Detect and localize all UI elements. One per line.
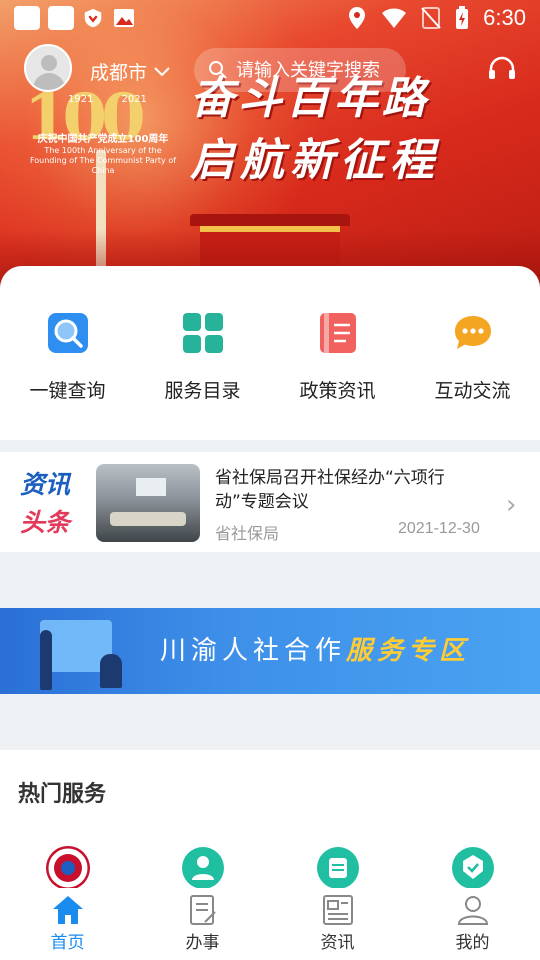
nav-news[interactable]: 资讯: [293, 894, 383, 953]
centennial-caption-en: The 100th Anniversary of the Founding of…: [29, 146, 177, 175]
image-icon: [114, 9, 134, 27]
chevron-right-icon[interactable]: ›: [506, 490, 516, 520]
nav-tasks[interactable]: 办事: [158, 894, 248, 953]
nav-home[interactable]: 首页: [23, 894, 113, 953]
nav-label: 我的: [455, 933, 490, 953]
no-sim-icon: [421, 7, 441, 29]
news-source: 省社保局: [215, 524, 280, 543]
avatar-head: [41, 55, 57, 71]
headline-news[interactable]: 资讯 头条 省社保局召开社保经办“六项行动”专题会议 省社保局 2021-12-…: [0, 452, 540, 552]
location-icon: [349, 7, 366, 29]
user-service-icon[interactable]: [181, 846, 225, 890]
news-title[interactable]: 省社保局召开社保经办“六项行动”专题会议: [215, 466, 485, 514]
centennial-caption: 庆祝中国共产党成立100周年 The 100th Anniversary of …: [28, 134, 178, 176]
news-thumbnail[interactable]: [96, 464, 200, 542]
thumbnail-screen: [136, 478, 166, 496]
profile-icon: [457, 896, 488, 925]
quick-action-query[interactable]: 一键查询: [8, 310, 128, 403]
hot-services-icons: [0, 846, 540, 890]
quick-actions-card: 一键查询 服务目录 政策资讯 互动交流: [0, 266, 540, 440]
person-graphic-2: [100, 654, 122, 688]
shield-icon: [84, 8, 102, 28]
nav-label: 首页: [50, 933, 85, 953]
customer-service-icon[interactable]: [486, 54, 518, 86]
status-time: 6:30: [483, 5, 526, 30]
quick-action-label: 服务目录: [164, 380, 241, 402]
slogan-line-2: 启航新征程: [190, 135, 440, 186]
badge-service-icon[interactable]: [451, 846, 495, 890]
city-selector[interactable]: 成都市: [90, 58, 171, 85]
news-icon: [322, 895, 353, 925]
battery-icon: [456, 6, 469, 29]
notification-icon-2: [48, 6, 74, 30]
avatar-body: [33, 73, 65, 90]
grid-icon: [180, 310, 226, 356]
quick-action-interaction[interactable]: 互动交流: [413, 310, 533, 403]
coop-text-plain: 川渝人社合作: [160, 636, 347, 666]
coop-banner-text: 川渝人社合作服务专区: [160, 630, 470, 667]
person-graphic: [40, 630, 52, 690]
hero-banner[interactable]: 100 1921 2021 庆祝中国共产党成立100周年 The 100th A…: [0, 0, 540, 300]
centennial-caption-cn: 庆祝中国共产党成立100周年: [37, 134, 169, 145]
home-icon: [52, 896, 83, 924]
bottom-nav: 首页 办事 资讯 我的: [0, 888, 540, 960]
search-icon: [209, 61, 227, 79]
city-name: 成都市: [90, 62, 148, 84]
avatar[interactable]: [24, 44, 72, 92]
document-icon: [315, 310, 361, 356]
news-tag-line2: 头条: [20, 508, 71, 537]
search-bar[interactable]: [194, 48, 406, 92]
emblem-icon[interactable]: [45, 846, 90, 890]
task-icon: [189, 895, 216, 925]
news-date: 2021-12-30: [398, 520, 480, 537]
chevron-down-icon: [154, 66, 170, 76]
year-start: 1921: [68, 94, 94, 105]
news-tag: 资讯 头条: [20, 466, 70, 542]
chat-icon: [450, 310, 496, 356]
notification-icon: [14, 6, 40, 30]
wifi-icon: [382, 8, 407, 28]
nav-label: 办事: [185, 933, 220, 953]
section-title: 热门服务: [18, 782, 107, 807]
quick-action-policy[interactable]: 政策资讯: [278, 310, 398, 403]
news-tag-line1: 资讯: [20, 470, 71, 499]
centennial-logo: 100 1921 2021 庆祝中国共产党成立100周年 The 100th A…: [24, 80, 176, 175]
year-end: 2021: [121, 94, 147, 105]
quick-action-label: 政策资讯: [299, 380, 376, 402]
nav-profile[interactable]: 我的: [428, 894, 518, 953]
quick-action-label: 互动交流: [434, 380, 511, 402]
search-input[interactable]: [236, 59, 396, 81]
search-icon: [45, 310, 91, 356]
calendar-service-icon[interactable]: [316, 846, 360, 890]
status-bar: 6:30: [0, 0, 540, 36]
coop-service-banner[interactable]: 川渝人社合作服务专区: [0, 608, 540, 694]
quick-action-label: 一键查询: [29, 380, 106, 402]
nav-label: 资讯: [320, 933, 355, 953]
thumbnail-table: [110, 512, 186, 526]
quick-action-catalog[interactable]: 服务目录: [143, 310, 263, 403]
centennial-years: 1921 2021: [68, 94, 147, 105]
coop-text-highlight: 服务专区: [346, 636, 471, 666]
